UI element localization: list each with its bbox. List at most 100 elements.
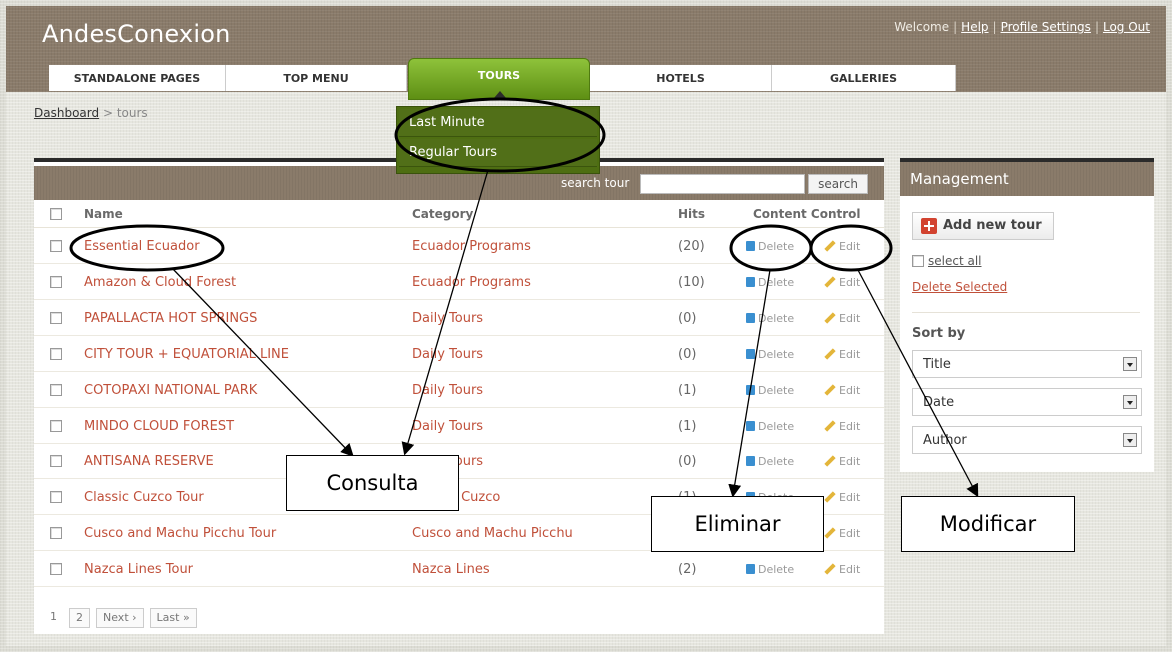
select-all-side-checkbox[interactable] [912,255,924,267]
tab-tours[interactable]: TOURS [408,58,590,100]
tour-name[interactable]: CITY TOUR + EQUATORIAL LINE [84,347,289,362]
tab-arrow-icon [494,91,506,98]
search-input[interactable] [640,174,805,194]
col-category[interactable]: Category [412,207,473,221]
tour-hits: (20) [678,239,705,254]
tour-name[interactable]: MINDO CLOUD FOREST [84,419,234,434]
chevron-down-icon[interactable] [1123,433,1137,447]
menu-item-last-minute[interactable]: Last Minute [399,109,597,137]
table-row: COTOPAXI NATIONAL PARK Daily Tours (1) Dele… [34,373,884,408]
tours-panel: search tour search Name Category Hits Co… [34,158,884,634]
edit-button[interactable]: Edit [824,491,860,504]
table-row: ANTISANA RESERVEDaily Tours(0)DeleteEdit [34,444,884,480]
tab-hotels[interactable]: HOTELS [590,65,772,91]
tab-top-menu[interactable]: TOP MENU [226,65,407,91]
row-checkbox[interactable] [50,491,62,504]
tour-category[interactable]: Daily Tours [412,419,483,434]
trash-icon [746,312,755,323]
col-hits[interactable]: Hits [678,207,705,221]
sort-by-label: Sort by [912,326,966,341]
row-checkbox[interactable] [50,455,62,468]
edit-button[interactable]: Edit [824,276,860,289]
chevron-down-icon[interactable] [1123,357,1137,371]
pencil-icon [824,240,836,252]
row-checkbox[interactable] [50,419,62,432]
pencil-icon [824,491,836,503]
last-page-button[interactable]: Last » [149,608,197,628]
row-checkbox[interactable] [50,240,62,252]
page-2[interactable]: 2 [69,608,90,628]
edit-button[interactable]: Edit [824,420,860,433]
col-name[interactable]: Name [84,207,123,221]
edit-button[interactable]: Edit [824,348,860,361]
menu-item-regular-tours[interactable]: Regular Tours [399,139,597,167]
edit-button[interactable]: Edit [824,312,860,325]
breadcrumb-current: tours [116,106,148,120]
tour-category[interactable]: Daily Tours [412,311,483,326]
tour-hits: (2) [678,562,697,578]
management-panel: Management Add new tour select all Delet… [900,158,1154,472]
page-1[interactable]: 1 [44,608,63,628]
pagination: 1 2 Next › Last » [44,608,197,628]
delete-button[interactable]: Delete [746,348,794,361]
row-checkbox[interactable] [50,347,62,360]
tour-name[interactable]: Essential Ecuador [84,239,200,254]
sort-title-select[interactable]: Title [912,350,1142,378]
edit-button[interactable]: Edit [824,563,860,576]
delete-button[interactable]: Delete [746,312,794,325]
trash-icon [746,456,755,467]
delete-button[interactable]: Delete [746,384,794,397]
delete-button[interactable]: Delete [746,563,794,576]
row-checkbox[interactable] [50,275,62,288]
tour-name[interactable]: ANTISANA RESERVE [84,454,214,469]
trash-icon [746,420,755,431]
table-row: Essential Ecuador Ecuador Programs (20) Del… [34,229,884,264]
tour-category[interactable]: Nazca Lines [412,562,490,577]
sort-author-select[interactable]: Author [912,426,1142,454]
edit-button[interactable]: Edit [824,240,860,253]
select-all-checkbox[interactable] [50,208,62,220]
breadcrumb-dashboard[interactable]: Dashboard [34,106,99,120]
select-all[interactable]: select all [912,254,982,268]
tour-name[interactable]: COTOPAXI NATIONAL PARK [84,383,257,398]
search-button[interactable]: search [808,174,868,194]
tour-category[interactable]: Ecuador Programs [412,239,531,254]
logout-link[interactable]: Log Out [1103,20,1150,34]
tour-category[interactable]: Cusco and Machu Picchu [412,526,573,541]
delete-button[interactable]: Delete [746,420,794,433]
tour-category[interactable]: Ecuador Programs [412,275,531,290]
trash-icon [746,348,755,359]
row-checkbox[interactable] [50,311,62,324]
delete-button[interactable]: Delete [746,240,794,253]
tab-standalone-pages[interactable]: STANDALONE PAGES [49,65,226,91]
next-page-button[interactable]: Next › [96,608,144,628]
tab-galleries[interactable]: GALLERIES [772,65,956,91]
help-link[interactable]: Help [961,20,988,34]
tour-name[interactable]: Nazca Lines Tour [84,562,193,577]
row-checkbox[interactable] [50,563,62,576]
delete-button[interactable]: Delete [746,455,794,468]
tour-name[interactable]: PAPALLACTA HOT SPRINGS [84,311,257,326]
profile-settings-link[interactable]: Profile Settings [1001,20,1091,34]
edit-button[interactable]: Edit [824,384,860,397]
add-new-tour-button[interactable]: Add new tour [912,212,1054,240]
management-title: Management [900,162,1154,196]
callout-consulta: Consulta [286,455,459,511]
chevron-down-icon[interactable] [1123,395,1137,409]
tour-category[interactable]: Daily Tours [412,347,483,362]
tours-dropdown-menu: Last Minute Regular Tours [396,106,600,174]
tour-category[interactable]: Daily Tours [412,383,483,398]
delete-selected-link[interactable]: Delete Selected [912,280,1007,294]
edit-button[interactable]: Edit [824,455,860,468]
row-checkbox[interactable] [50,527,62,540]
callout-eliminar: Eliminar [651,496,824,552]
trash-icon [746,241,755,251]
tour-hits: (1) [678,382,697,398]
delete-button[interactable]: Delete [746,276,794,289]
tour-name[interactable]: Classic Cuzco Tour [84,490,204,505]
sort-date-select[interactable]: Date [912,388,1142,416]
edit-button[interactable]: Edit [824,527,860,540]
row-checkbox[interactable] [50,383,62,396]
tour-name[interactable]: Cusco and Machu Picchu Tour [84,526,276,541]
tour-name[interactable]: Amazon & Cloud Forest [84,275,236,290]
